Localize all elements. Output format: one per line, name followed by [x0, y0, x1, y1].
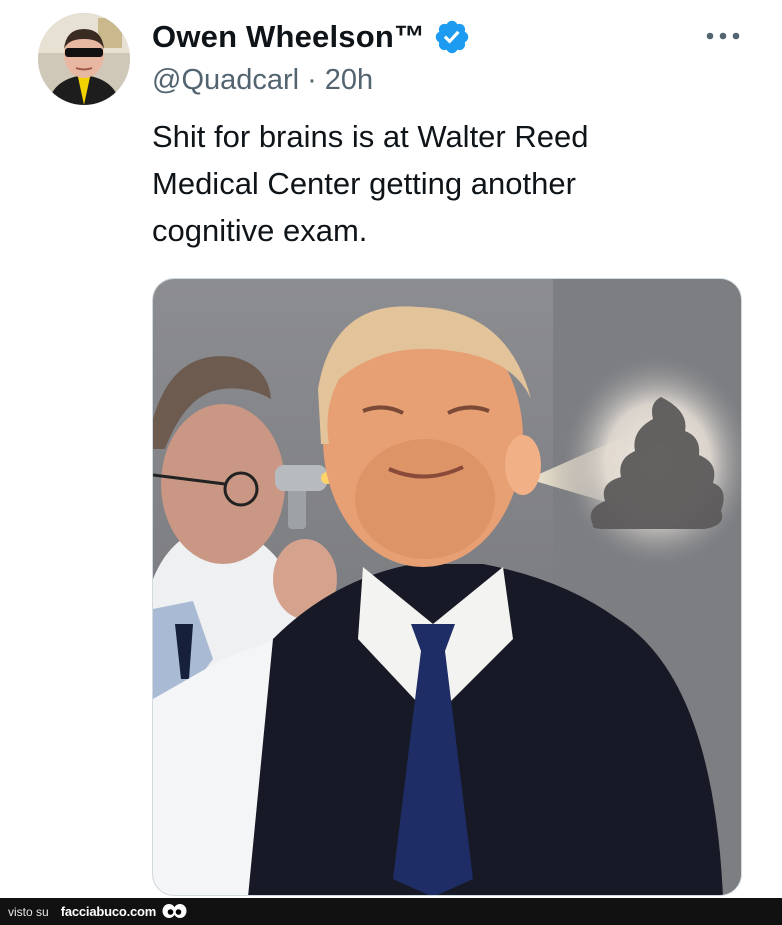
tweet-text-line: Medical Center getting another [152, 166, 576, 201]
more-horizontal-icon [706, 32, 740, 40]
footer-brand[interactable]: facciabuco.com [61, 904, 157, 919]
watermark-footer: visto su facciabuco.com [0, 898, 782, 925]
verified-badge-icon[interactable] [433, 18, 471, 56]
display-name[interactable]: Owen Wheelson™ [152, 19, 425, 55]
tweet-text: Shit for brains is at Walter Reed Medica… [152, 113, 712, 254]
more-options-button[interactable] [700, 20, 746, 52]
tweet-media-photo[interactable] [152, 278, 742, 896]
eyes-icon [161, 903, 187, 921]
footer-prefix: visto su [8, 904, 49, 919]
timestamp[interactable]: 20h [325, 64, 373, 96]
user-avatar[interactable] [38, 13, 130, 105]
handle-row: @Quadcarl · 20h [152, 64, 373, 97]
author-name-row: Owen Wheelson™ [152, 18, 471, 56]
photo-image [153, 279, 741, 895]
user-handle[interactable]: @Quadcarl [152, 64, 299, 96]
avatar-image [38, 13, 130, 105]
tweet-text-line: Shit for brains is at Walter Reed [152, 119, 589, 154]
tweet-text-line: cognitive exam. [152, 213, 368, 248]
tweet-screenshot: Owen Wheelson™ @Quadcarl · 20h Shit for br… [0, 0, 782, 925]
separator-dot: · [307, 64, 317, 96]
